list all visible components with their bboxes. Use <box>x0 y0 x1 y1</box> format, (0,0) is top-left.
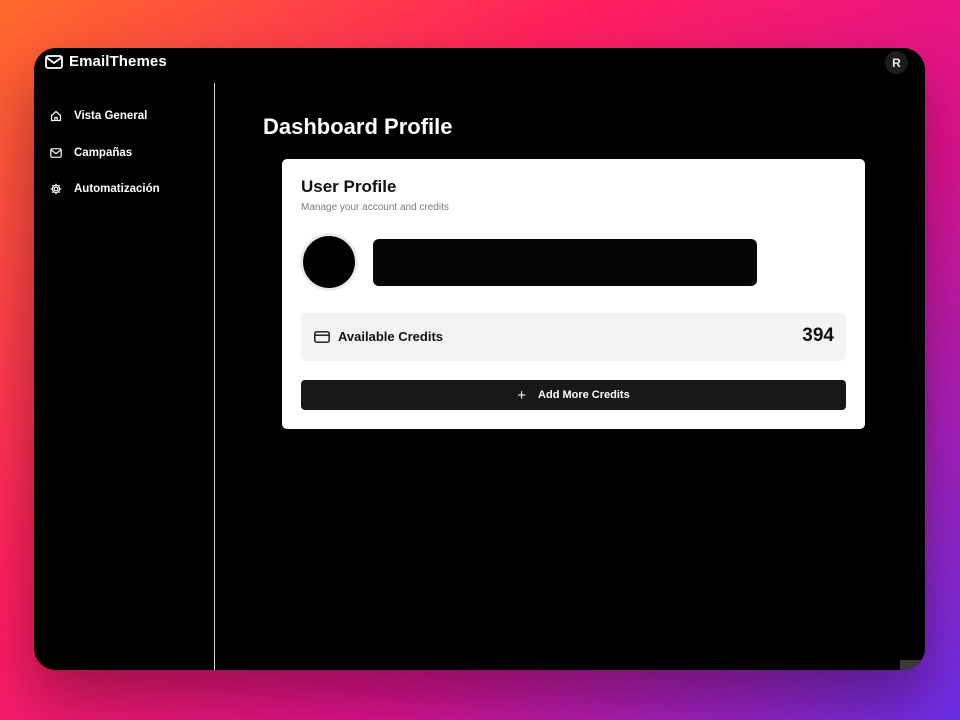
card-subtitle: Manage your account and credits <box>301 202 449 213</box>
credits-label-text: Available Credits <box>338 329 444 344</box>
credits-value: 394 <box>802 325 834 346</box>
mail-icon <box>45 54 63 69</box>
sidebar-item-label: Campañas <box>74 147 133 159</box>
credit-card-icon <box>314 330 330 343</box>
sidebar-item-campanas[interactable]: Campañas <box>50 147 132 159</box>
top-bar: EmailThemes R <box>34 48 925 82</box>
credits-label: Available Credits <box>314 329 443 344</box>
profile-avatar <box>303 236 355 288</box>
sidebar: Vista General Campañas Automatización <box>34 83 215 670</box>
home-icon <box>50 110 62 122</box>
sidebar-item-vista-general[interactable]: Vista General <box>50 110 147 122</box>
plus-icon: + <box>517 386 527 404</box>
add-more-credits-button[interactable]: + Add More Credits <box>301 380 846 410</box>
app-window: EmailThemes R Vista General Campañas Aut… <box>34 48 925 670</box>
sidebar-item-label: Vista General <box>74 110 148 122</box>
redacted-user-info <box>373 239 757 286</box>
sidebar-item-label: Automatización <box>74 183 160 195</box>
credits-panel: Available Credits 394 <box>301 313 846 361</box>
page-title: Dashboard Profile <box>263 114 453 139</box>
add-button-label: Add More Credits <box>538 389 630 401</box>
brand-logo[interactable]: EmailThemes <box>45 53 167 70</box>
mail-icon <box>50 148 62 158</box>
card-title: User Profile <box>301 177 397 196</box>
user-profile-card: User Profile Manage your account and cre… <box>282 159 865 429</box>
user-avatar-button[interactable]: R <box>885 51 908 74</box>
gear-icon <box>50 183 62 195</box>
app-name: EmailThemes <box>69 53 167 70</box>
corner-handle <box>900 660 925 670</box>
sidebar-item-automatizacion[interactable]: Automatización <box>50 183 160 195</box>
